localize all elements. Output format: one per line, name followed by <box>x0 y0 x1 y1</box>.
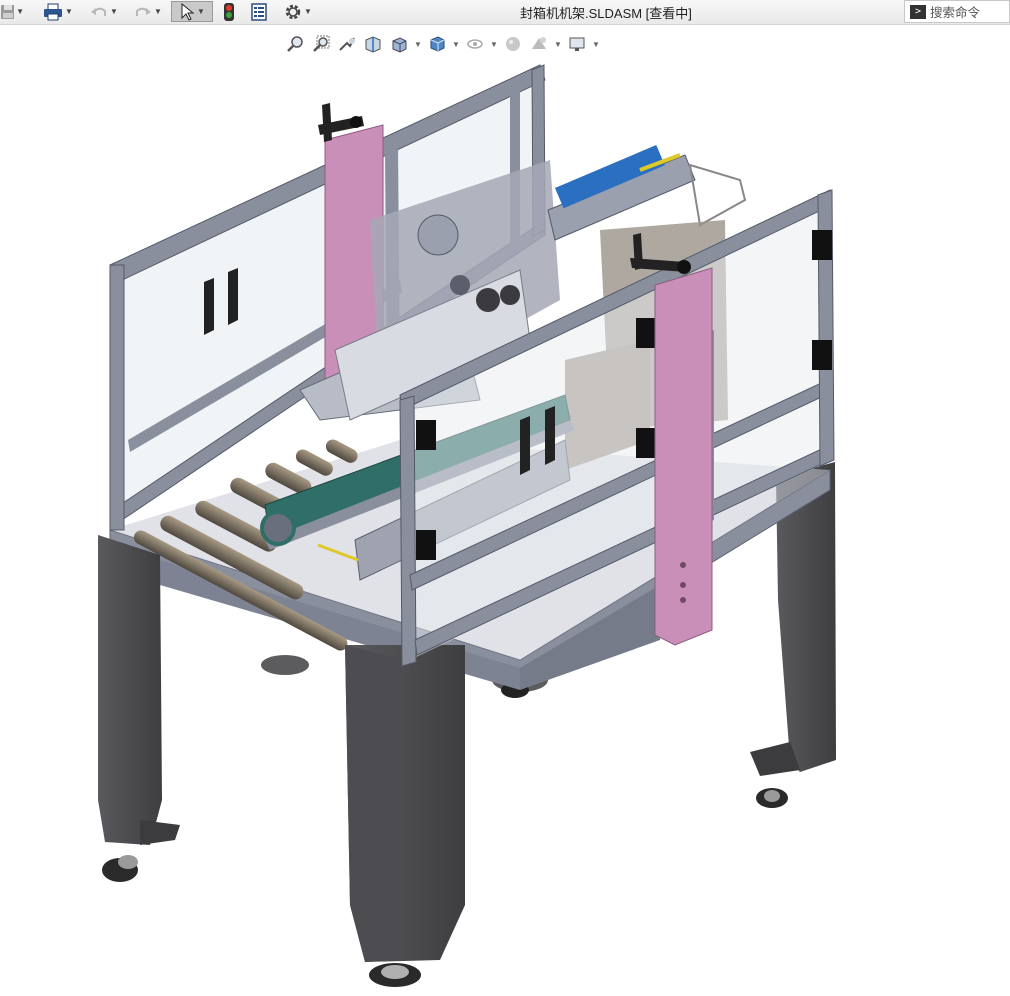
rebuild-button[interactable] <box>218 1 240 22</box>
gear-icon <box>285 4 301 19</box>
chevron-down-icon[interactable]: ▼ <box>304 7 312 16</box>
search-commands-field[interactable]: > 搜索命令 <box>904 0 1010 23</box>
options-button[interactable]: ▼ <box>278 1 318 22</box>
search-placeholder: 搜索命令 <box>930 6 981 20</box>
title-bar: ▼ ▼ ▼ ▼ ▼ ▼ 封箱机机架.SLDASM [查看中] > 搜索命令 <box>0 0 1010 25</box>
select-button[interactable]: ▼ <box>171 1 213 22</box>
properties-icon <box>251 2 267 21</box>
redo-icon <box>136 7 152 16</box>
print-button[interactable]: ▼ <box>38 1 78 22</box>
handle-right-1 <box>520 416 530 475</box>
chevron-down-icon[interactable]: ▼ <box>154 7 162 16</box>
save-button[interactable]: ▼ <box>0 1 24 22</box>
chevron-down-icon[interactable]: ▼ <box>197 7 205 16</box>
leg-front-center <box>345 645 465 987</box>
handle-left-1 <box>204 278 214 335</box>
caster-back-left <box>261 655 309 675</box>
chevron-down-icon[interactable]: ▼ <box>16 7 24 16</box>
undo-icon <box>91 7 107 16</box>
file-properties-button[interactable] <box>248 1 270 22</box>
terminal-icon: > <box>910 4 926 19</box>
handle-right-2 <box>545 406 555 465</box>
graphics-area[interactable] <box>0 25 1010 991</box>
traffic-light-icon <box>224 2 234 21</box>
save-icon <box>1 4 15 19</box>
chevron-down-icon[interactable]: ▼ <box>110 7 118 16</box>
chevron-down-icon[interactable]: ▼ <box>65 7 73 16</box>
assembly-model <box>98 64 836 987</box>
redo-button[interactable]: ▼ <box>130 1 166 22</box>
handle-left-2 <box>228 268 238 325</box>
undo-button[interactable]: ▼ <box>86 1 122 22</box>
cursor-icon <box>181 2 195 21</box>
window-title: 封箱机机架.SLDASM [查看中] <box>520 6 692 21</box>
printer-icon <box>44 3 63 20</box>
